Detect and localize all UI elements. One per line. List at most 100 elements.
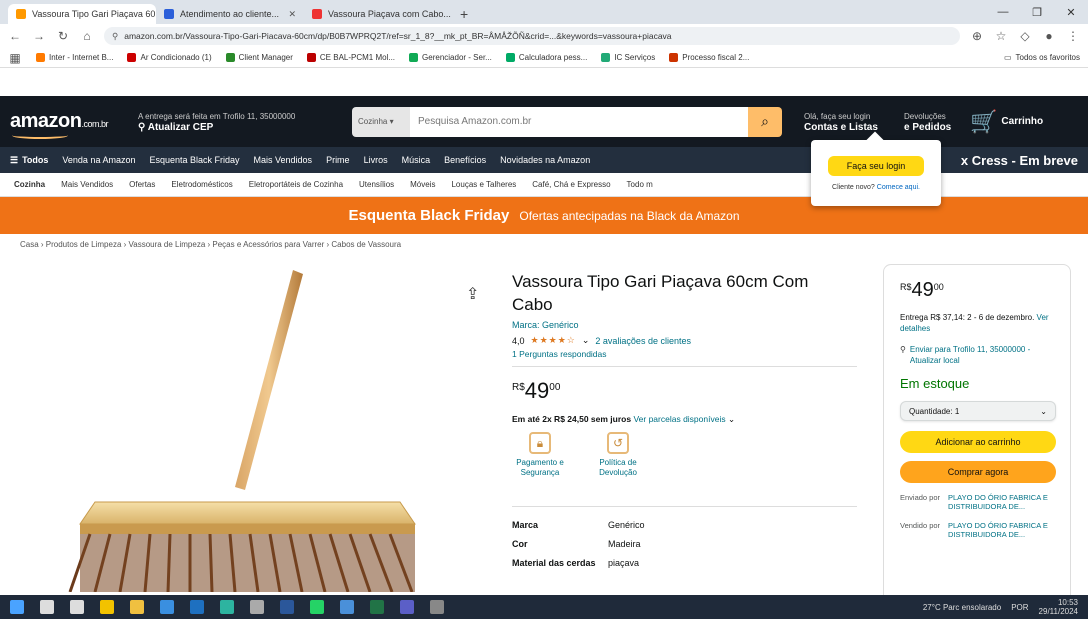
subnav-item[interactable]: Cozinha — [14, 180, 45, 189]
start-icon[interactable] — [10, 600, 24, 614]
share-icon[interactable]: ⇪ — [466, 284, 479, 304]
bookmark-item[interactable]: Calculadora pess... — [505, 53, 587, 62]
seller-link[interactable]: PLAYO DO ÓRIO FABRICA E DISTRIBUIDORA DE… — [948, 521, 1048, 539]
subnav-item[interactable]: Utensílios — [359, 180, 394, 189]
spec-row: Cor Madeira — [512, 539, 645, 558]
subnav-item[interactable]: Móveis — [410, 180, 435, 189]
apps-icon[interactable]: ▦ — [8, 51, 22, 65]
misc-icon[interactable] — [430, 600, 444, 614]
nav-item[interactable]: Livros — [364, 155, 388, 165]
browser-tab[interactable]: Atendimento ao cliente... ✕ — [156, 4, 304, 24]
nav-item[interactable]: Esquenta Black Friday — [149, 155, 239, 165]
browser-tab[interactable]: Vassoura Tipo Gari Piaçava 60...✕ — [8, 4, 156, 24]
teams-icon[interactable] — [400, 600, 414, 614]
minimize-button[interactable]: — — [986, 6, 1020, 18]
subnav-item[interactable]: Todo m — [627, 180, 653, 189]
address-bar[interactable]: ⚲ amazon.com.br/Vassoura-Tipo-Gari-Piaca… — [104, 27, 960, 45]
bookmark-item[interactable]: Ar Condicionado (1) — [127, 53, 212, 62]
search-input[interactable]: Pesquisa Amazon.com.br — [410, 106, 748, 137]
subnav-item[interactable]: Ofertas — [129, 180, 155, 189]
reviews-link[interactable]: 2 avaliações de clientes — [595, 336, 691, 346]
feature-return-policy[interactable]: ↺ Política de Devolução — [590, 432, 646, 478]
search-button[interactable]: ⌕ — [748, 106, 782, 137]
profile-icon[interactable]: ● — [1042, 29, 1056, 43]
site-info-icon[interactable]: ⚲ — [112, 31, 118, 42]
amazon-logo[interactable]: amazon.com.br — [10, 110, 130, 139]
subnav-item[interactable]: Café, Chá e Expresso — [532, 180, 610, 189]
bookmark-item[interactable]: Processo fiscal 2... — [669, 53, 749, 62]
bookmark-item[interactable]: Client Manager — [225, 53, 293, 62]
home-icon[interactable]: ⌂ — [80, 29, 94, 43]
settings-icon[interactable] — [250, 600, 264, 614]
maximize-button[interactable]: ❐ — [1020, 6, 1054, 19]
subnav-item[interactable]: Eletroportáteis de Cozinha — [249, 180, 343, 189]
reload-icon[interactable]: ↻ — [56, 29, 70, 43]
search-icon[interactable] — [40, 600, 54, 614]
subnav-item[interactable]: Louças e Talheres — [451, 180, 516, 189]
quantity-select[interactable]: Quantidade: 1 ⌄ — [900, 401, 1056, 421]
add-to-cart-button[interactable]: Adicionar ao carrinho — [900, 431, 1056, 453]
start-here-link[interactable]: Comece aqui. — [877, 184, 920, 191]
zoom-icon[interactable]: ⊕ — [970, 29, 984, 43]
close-window-button[interactable]: ✕ — [1054, 6, 1088, 19]
chevron-down-icon[interactable]: ⌄ — [728, 414, 735, 424]
edge-icon[interactable] — [220, 600, 234, 614]
nav-item[interactable]: Novidades na Amazon — [500, 155, 590, 165]
returns-orders[interactable]: Devoluções e Pedidos — [904, 111, 964, 133]
all-bookmarks[interactable]: ▭ Todos os favoritos — [1004, 53, 1080, 62]
nav-item[interactable]: Mais Vendidos — [254, 155, 313, 165]
clock[interactable]: 10:53 29/11/2024 — [1039, 598, 1078, 616]
product-image[interactable] — [40, 262, 440, 593]
delivery-location[interactable]: ⚲ Enviar para Trofilo 11, 35000000 - Atu… — [900, 344, 1054, 366]
back-icon[interactable]: ← — [8, 29, 22, 43]
spec-value: piaçava — [608, 558, 640, 568]
nav-item[interactable]: Venda na Amazon — [62, 155, 135, 165]
cart-button[interactable]: 🛒 Carrinho — [970, 109, 1043, 135]
installments-link[interactable]: Ver parcelas disponíveis — [633, 414, 725, 424]
new-customer-label: Cliente novo? — [832, 183, 875, 191]
deliver-to[interactable]: A entrega será feita em Trofilo 11, 3500… — [130, 111, 340, 133]
weather-widget[interactable]: 27°C Parc ensolarado — [923, 603, 1001, 612]
bookmark-item[interactable]: IC Serviços — [601, 53, 655, 62]
chevron-down-icon[interactable]: ⌄ — [582, 335, 590, 346]
store-icon[interactable] — [160, 600, 174, 614]
bookmark-favicon-icon — [409, 53, 419, 62]
bookmark-item[interactable]: Inter - Internet B... — [36, 53, 113, 62]
seller-link[interactable]: PLAYO DO ÓRIO FABRICA E DISTRIBUIDORA DE… — [948, 493, 1048, 511]
questions-link[interactable]: 1 Perguntas respondidas — [512, 349, 607, 359]
bookmark-star-icon[interactable]: ☆ — [994, 29, 1008, 43]
bookmark-item[interactable]: Gerenciador - Ser... — [409, 53, 492, 62]
breadcrumb[interactable]: Casa › Produtos de Limpeza › Vassoura de… — [20, 240, 401, 249]
nav-item[interactable]: Música — [402, 155, 431, 165]
brand-link[interactable]: Marca: Genérico — [512, 320, 579, 330]
excel-icon[interactable] — [370, 600, 384, 614]
nav-promo[interactable]: x Cress - Em breve — [961, 153, 1078, 168]
chrome-icon[interactable] — [100, 600, 114, 614]
account-lists[interactable]: Olá, faça seu login Contas e Listas — [804, 111, 904, 133]
search-category-select[interactable]: Cozinha ▾ — [352, 106, 410, 137]
menu-icon[interactable]: ⋮ — [1066, 29, 1080, 43]
mail-icon[interactable] — [190, 600, 204, 614]
forward-icon[interactable]: → — [32, 29, 46, 43]
buy-now-button[interactable]: Comprar agora — [900, 461, 1056, 483]
subnav-item[interactable]: Mais Vendidos — [61, 180, 113, 189]
language-indicator[interactable]: POR — [1011, 603, 1028, 612]
app-icon[interactable] — [340, 600, 354, 614]
browser-tab[interactable]: Vassoura Piaçava com Cabo...✕ — [304, 4, 452, 24]
star-rating-icon[interactable]: ★★★★☆ — [531, 335, 576, 346]
nav-item[interactable]: ☰ Todos — [10, 155, 48, 166]
nav-item[interactable]: Prime — [326, 155, 350, 165]
close-icon[interactable]: ✕ — [288, 9, 296, 20]
bookmark-item[interactable]: CE BAL-PCM1 Mol... — [306, 53, 395, 62]
signin-button[interactable]: Faça seu login — [828, 155, 924, 176]
search-category-label: Cozinha — [358, 117, 388, 126]
feature-payment-security[interactable]: 🔒︎ Pagamento e Segurança — [512, 432, 568, 478]
nav-item[interactable]: Benefícios — [444, 155, 486, 165]
subnav-item[interactable]: Eletrodomésticos — [171, 180, 232, 189]
extensions-icon[interactable]: ◇ — [1018, 29, 1032, 43]
explorer-icon[interactable] — [130, 600, 144, 614]
taskview-icon[interactable] — [70, 600, 84, 614]
whatsapp-icon[interactable] — [310, 600, 324, 614]
new-tab-button[interactable]: + — [452, 4, 476, 24]
word-icon[interactable] — [280, 600, 294, 614]
